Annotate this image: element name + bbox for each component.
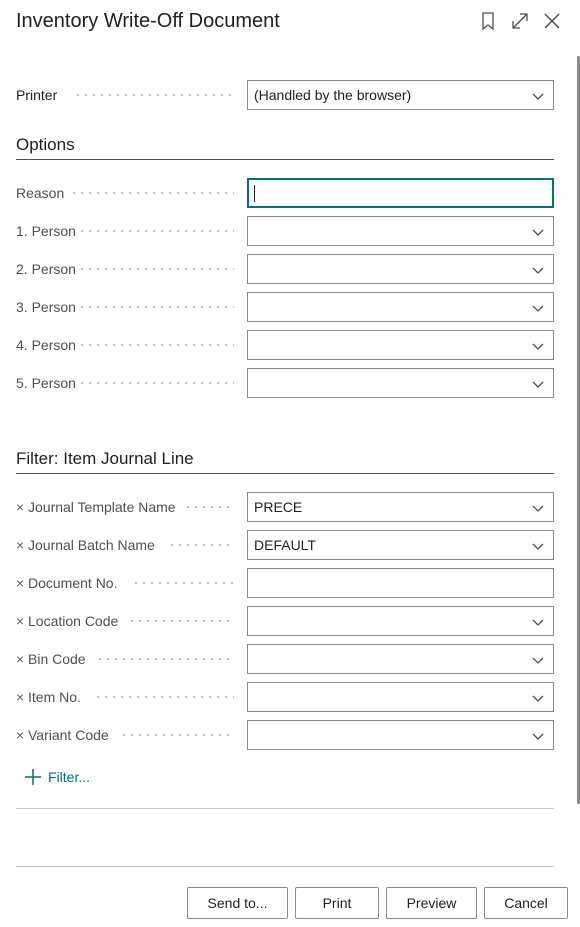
reason-row: Reason	[16, 178, 554, 208]
person-4-select[interactable]	[247, 330, 554, 360]
filter-row-journal-template: × Journal Template Name PRECE	[16, 492, 554, 522]
chevron-down-icon	[531, 615, 545, 629]
chevron-down-icon	[531, 339, 545, 353]
filter-label: × Location Code	[16, 606, 118, 636]
filter-row-document-no: × Document No.	[16, 568, 554, 598]
bookmark-icon[interactable]	[477, 10, 499, 32]
leader-dots	[94, 696, 234, 698]
chevron-down-icon	[531, 691, 545, 705]
printer-select[interactable]: (Handled by the browser)	[247, 80, 554, 110]
plus-icon	[24, 768, 42, 786]
person-3-label: 3. Person	[16, 299, 76, 315]
leader-dots	[74, 94, 234, 96]
chevron-down-icon	[531, 89, 545, 103]
person-5-select[interactable]	[247, 368, 554, 398]
content-divider	[16, 808, 554, 809]
chevron-down-icon	[531, 263, 545, 277]
dialog-header: Inventory Write-Off Document	[0, 0, 580, 46]
options-section-title: Options	[16, 135, 75, 154]
chevron-down-icon	[531, 729, 545, 743]
journal-template-select[interactable]: PRECE	[247, 492, 554, 522]
remove-filter-icon[interactable]: ×	[16, 682, 28, 712]
filter-row-journal-batch: × Journal Batch Name DEFAULT	[16, 530, 554, 560]
leader-dots	[168, 544, 234, 546]
text-caret	[254, 185, 255, 202]
chevron-down-icon	[531, 377, 545, 391]
person-1-label: 1. Person	[16, 223, 76, 239]
leader-dots	[78, 344, 234, 346]
item-no-select[interactable]	[247, 682, 554, 712]
dialog-title: Inventory Write-Off Document	[16, 10, 280, 32]
leader-dots	[78, 382, 234, 384]
person-3-row: 3. Person	[16, 292, 554, 322]
person-3-select[interactable]	[247, 292, 554, 322]
leader-dots	[78, 230, 234, 232]
remove-filter-icon[interactable]: ×	[16, 720, 28, 750]
filter-label: × Journal Batch Name	[16, 530, 155, 560]
leader-dots	[78, 306, 234, 308]
reason-label: Reason	[16, 185, 65, 201]
section-divider	[16, 159, 554, 160]
filter-label: × Bin Code	[16, 644, 86, 674]
filter-row-location-code: × Location Code	[16, 606, 554, 636]
remove-filter-icon[interactable]: ×	[16, 644, 28, 674]
section-divider	[16, 473, 554, 474]
chevron-down-icon	[531, 501, 545, 515]
person-2-select[interactable]	[247, 254, 554, 284]
leader-dots	[96, 658, 234, 660]
chevron-down-icon	[531, 653, 545, 667]
journal-template-value: PRECE	[254, 499, 303, 515]
add-filter-label: Filter...	[48, 769, 91, 785]
leader-dots	[184, 506, 234, 508]
filter-row-item-no: × Item No.	[16, 682, 554, 712]
close-icon[interactable]	[541, 10, 563, 32]
chevron-down-icon	[531, 539, 545, 553]
remove-filter-icon[interactable]: ×	[16, 606, 28, 636]
filter-label: × Item No.	[16, 682, 81, 712]
printer-label: Printer	[16, 87, 58, 103]
person-2-row: 2. Person	[16, 254, 554, 284]
person-5-row: 5. Person	[16, 368, 554, 398]
leader-dots	[70, 192, 234, 194]
journal-batch-value: DEFAULT	[254, 537, 316, 553]
bin-code-select[interactable]	[247, 644, 554, 674]
person-4-row: 4. Person	[16, 330, 554, 360]
leader-dots	[120, 734, 234, 736]
reason-input[interactable]	[247, 178, 554, 208]
chevron-down-icon	[531, 301, 545, 315]
person-4-label: 4. Person	[16, 337, 76, 353]
location-code-select[interactable]	[247, 606, 554, 636]
person-1-select[interactable]	[247, 216, 554, 246]
filter-label: × Variant Code	[16, 720, 109, 750]
remove-filter-icon[interactable]: ×	[16, 530, 28, 560]
filter-row-bin-code: × Bin Code	[16, 644, 554, 674]
remove-filter-icon[interactable]: ×	[16, 568, 28, 598]
remove-filter-icon[interactable]: ×	[16, 492, 28, 522]
send-to-button[interactable]: Send to...	[187, 887, 288, 919]
filter-label: × Journal Template Name	[16, 492, 176, 522]
print-button[interactable]: Print	[295, 887, 379, 919]
leader-dots	[78, 268, 234, 270]
expand-icon[interactable]	[509, 10, 531, 32]
preview-button[interactable]: Preview	[386, 887, 477, 919]
person-2-label: 2. Person	[16, 261, 76, 277]
journal-batch-select[interactable]: DEFAULT	[247, 530, 554, 560]
leader-dots	[132, 582, 234, 584]
footer-divider	[16, 866, 554, 867]
filter-row-variant-code: × Variant Code	[16, 720, 554, 750]
document-no-input[interactable]	[247, 568, 554, 598]
cancel-button[interactable]: Cancel	[484, 887, 568, 919]
add-filter-button[interactable]: Filter...	[24, 768, 90, 788]
person-1-row: 1. Person	[16, 216, 554, 246]
filter-section-title: Filter: Item Journal Line	[16, 449, 194, 468]
printer-value: (Handled by the browser)	[254, 87, 412, 103]
filter-label: × Document No.	[16, 568, 117, 598]
variant-code-select[interactable]	[247, 720, 554, 750]
leader-dots	[128, 620, 234, 622]
chevron-down-icon	[531, 225, 545, 239]
printer-row: Printer (Handled by the browser)	[16, 80, 554, 110]
person-5-label: 5. Person	[16, 375, 76, 391]
